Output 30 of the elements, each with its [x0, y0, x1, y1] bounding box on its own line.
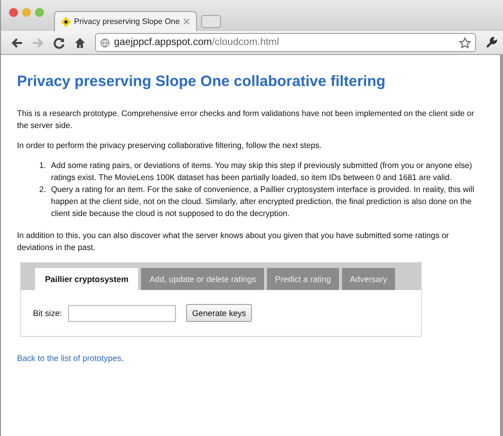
- intro-paragraph: This is a research prototype. Comprehensive error checks and form validations have not been implemented on the client side or the server side.: [17, 108, 476, 132]
- step-text: Query a rating for an item. For the sake of convenience, a Paillier cryptosystem interface is provided. In reality, this will happen at the client side, not on the cloud. Similarly, after encrypted prediction, the final prediction is also done on the client side because the cloud is not supposed to do the decryption.: [51, 184, 476, 220]
- wrench-icon[interactable]: [485, 36, 497, 48]
- zoom-window-button[interactable]: [35, 8, 44, 17]
- back-icon[interactable]: [11, 36, 23, 48]
- url-text: gaejppcf.appspot.com/cloudcom.html: [114, 37, 280, 48]
- reload-icon[interactable]: [53, 36, 65, 48]
- minimize-window-button[interactable]: [22, 8, 31, 17]
- browser-tab[interactable]: Privacy preserving Slope One: [54, 11, 197, 31]
- bit-size-field[interactable]: [68, 304, 176, 322]
- step-number: 2.: [38, 184, 46, 196]
- bookmark-star-icon[interactable]: [459, 36, 471, 48]
- adversary-paragraph: In addition to this, you can also discover what the server knows about you given that you have submitted some ratings or deviations in the past.: [17, 230, 450, 254]
- step-text: Add some rating pairs, or deviations of items. You may skip this step if previously submitted (from you or anyone else) ratings exist. The MovieLens 100K dataset has been partially loaded, so item IDs between 0 and 1681 are valid.: [51, 160, 474, 184]
- forward-icon[interactable]: [32, 36, 44, 48]
- generate-keys-button[interactable]: Generate keys: [186, 304, 252, 322]
- new-tab-button[interactable]: [200, 15, 221, 28]
- period-text: .: [121, 353, 124, 363]
- back-link[interactable]: Back to the list of prototypes: [17, 353, 122, 363]
- home-icon[interactable]: [74, 36, 86, 48]
- close-tab-icon[interactable]: [182, 18, 190, 25]
- step-number: 1.: [38, 160, 46, 172]
- instructions-paragraph: In order to perform the privacy preserving collaborative filtering, follow the next steps.: [17, 140, 323, 152]
- close-window-button[interactable]: [9, 8, 18, 17]
- page-title: Privacy preserving Slope One collaborative filtering: [17, 73, 386, 90]
- address-bar[interactable]: gaejppcf.appspot.com/cloudcom.html: [95, 33, 476, 52]
- panel-tab[interactable]: Paillier cryptosystem: [35, 268, 138, 290]
- field-label: Bit size:: [33, 308, 62, 318]
- globe-icon: [100, 38, 110, 48]
- warning-sign-icon: [61, 16, 71, 26]
